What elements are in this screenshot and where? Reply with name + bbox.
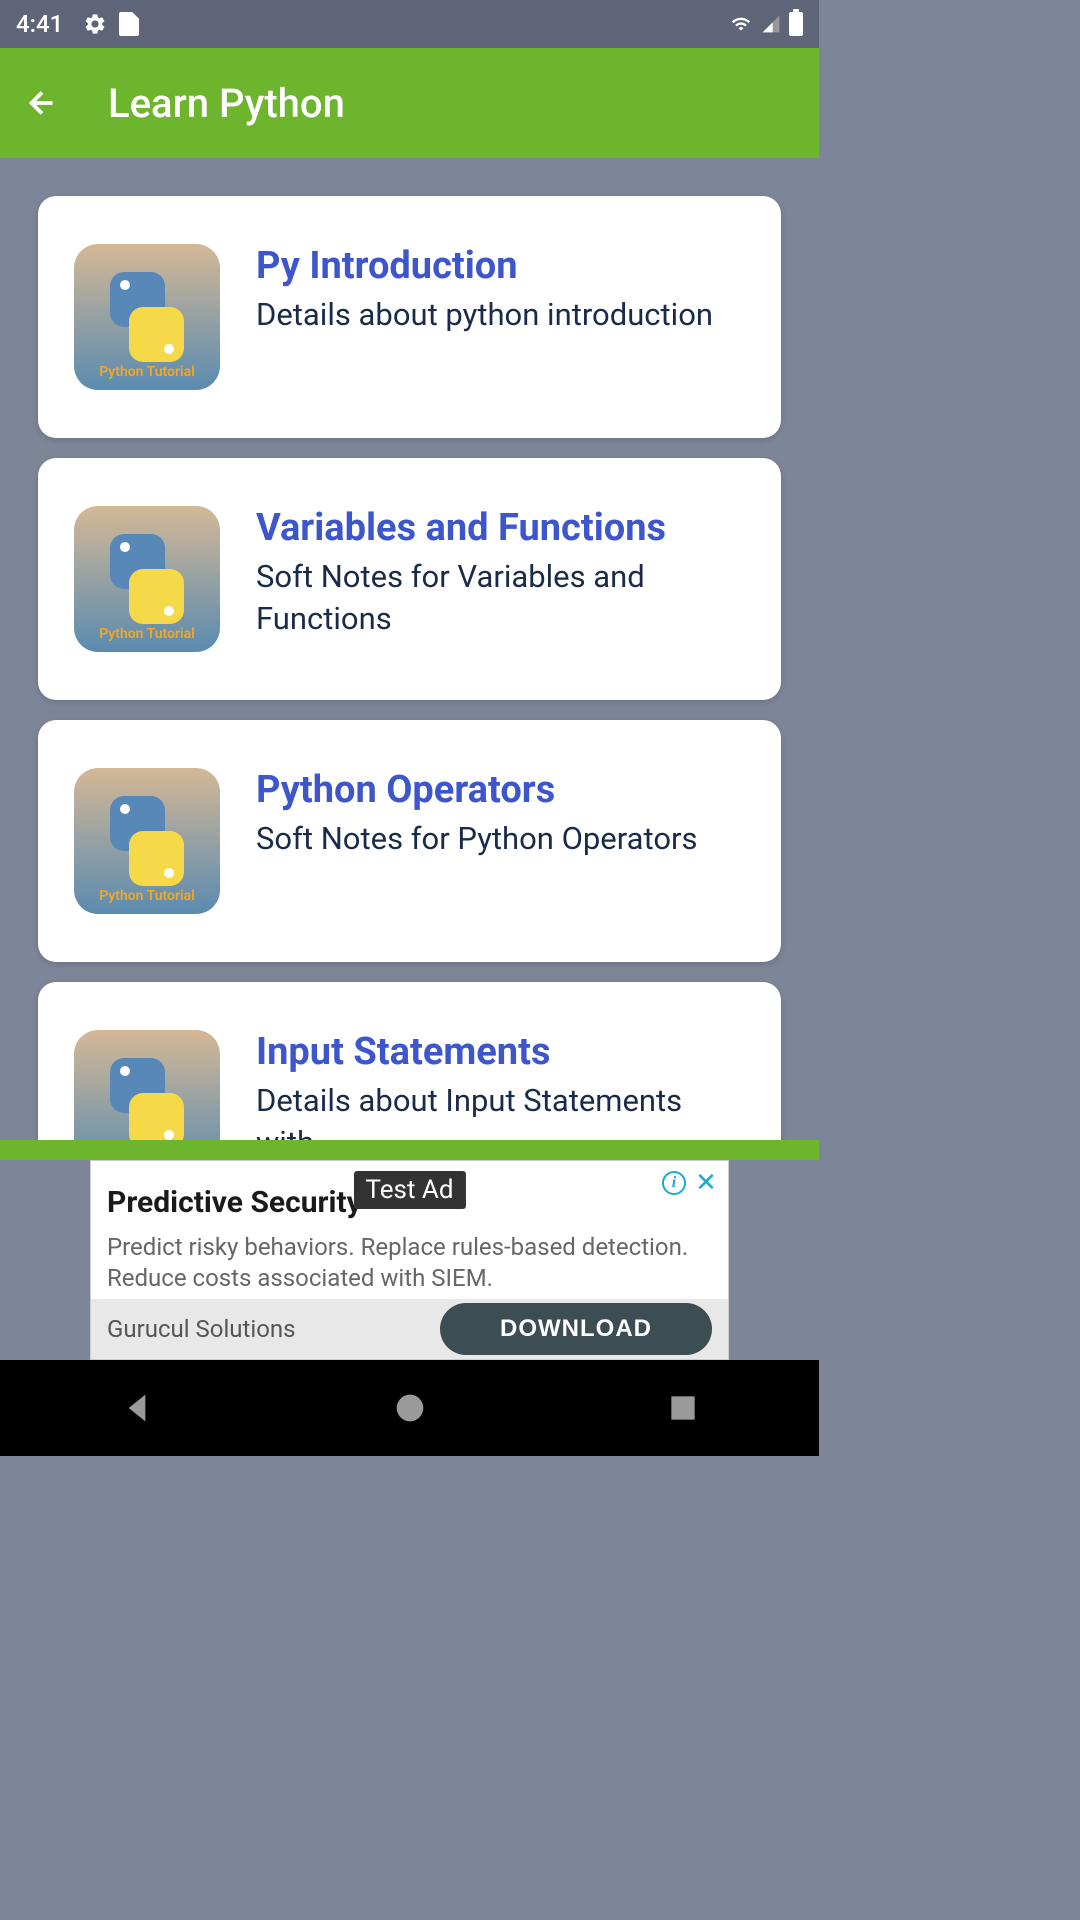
python-tutorial-icon: Python Tutorial (74, 1030, 220, 1140)
lesson-card-variables[interactable]: Python Tutorial Variables and Functions … (38, 458, 781, 700)
python-tutorial-icon: Python Tutorial (74, 506, 220, 652)
ad-label: Test Ad (353, 1171, 465, 1209)
ad-controls: i ✕ (662, 1171, 718, 1195)
nav-back-icon[interactable] (117, 1388, 157, 1428)
ad-description: Predict risky behaviors. Replace rules-b… (107, 1232, 712, 1294)
navigation-bar (0, 1360, 819, 1456)
card-description: Soft Notes for Python Operators (256, 818, 745, 860)
status-icons-left (83, 12, 139, 36)
card-description: Soft Notes for Variables and Functions (256, 556, 745, 640)
status-time: 4:41 (16, 10, 63, 38)
content-area[interactable]: Python Tutorial Py Introduction Details … (0, 158, 819, 1140)
signal-icon (761, 14, 781, 34)
ad-separator (0, 1140, 819, 1160)
card-description: Details about python introduction (256, 294, 745, 336)
icon-label: Python Tutorial (99, 888, 195, 904)
sd-card-icon (119, 12, 139, 36)
back-arrow-icon[interactable] (24, 85, 60, 121)
status-left: 4:41 (16, 10, 139, 38)
ad-advertiser: Gurucul Solutions (107, 1315, 296, 1343)
card-content: Input Statements Details about Input Sta… (256, 1030, 745, 1140)
card-title: Input Statements (256, 1030, 745, 1074)
card-content: Variables and Functions Soft Notes for V… (256, 506, 745, 640)
ad-footer: Gurucul Solutions DOWNLOAD (91, 1299, 728, 1359)
status-bar: 4:41 (0, 0, 819, 48)
app-bar: Learn Python (0, 48, 819, 158)
card-title: Py Introduction (256, 244, 745, 288)
gear-icon (83, 12, 107, 36)
lesson-card-introduction[interactable]: Python Tutorial Py Introduction Details … (38, 196, 781, 438)
wifi-icon (729, 14, 753, 34)
download-button[interactable]: DOWNLOAD (440, 1303, 712, 1355)
lesson-card-operators[interactable]: Python Tutorial Python Operators Soft No… (38, 720, 781, 962)
card-title: Variables and Functions (256, 506, 745, 550)
app-title: Learn Python (108, 80, 345, 127)
card-description: Details about Input Statements with (256, 1080, 745, 1140)
python-tutorial-icon: Python Tutorial (74, 768, 220, 914)
card-content: Py Introduction Details about python int… (256, 244, 745, 336)
status-right (729, 12, 803, 36)
ad-box[interactable]: Test Ad i ✕ Predictive Security Predict … (90, 1160, 729, 1360)
nav-recent-icon[interactable] (663, 1388, 703, 1428)
icon-label: Python Tutorial (99, 626, 195, 642)
icon-label: Python Tutorial (99, 364, 195, 380)
ad-close-icon[interactable]: ✕ (694, 1171, 718, 1195)
card-content: Python Operators Soft Notes for Python O… (256, 768, 745, 860)
ad-container: Test Ad i ✕ Predictive Security Predict … (0, 1160, 819, 1360)
ad-info-icon[interactable]: i (662, 1171, 686, 1195)
card-title: Python Operators (256, 768, 745, 812)
lesson-card-input[interactable]: Python Tutorial Input Statements Details… (38, 982, 781, 1140)
python-tutorial-icon: Python Tutorial (74, 244, 220, 390)
nav-home-icon[interactable] (390, 1388, 430, 1428)
battery-icon (789, 12, 803, 36)
